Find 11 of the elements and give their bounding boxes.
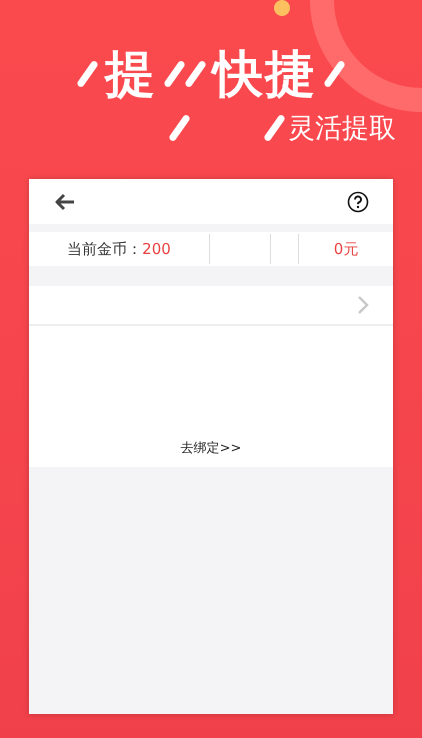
coins-label: 当前金币： <box>67 240 142 258</box>
help-icon[interactable] <box>347 190 369 212</box>
bind-link[interactable]: 去绑定>> <box>180 439 242 457</box>
coins-value: 200 <box>142 240 171 258</box>
headline-word: 快捷 <box>213 49 317 99</box>
cash-value: 0元 <box>334 240 358 258</box>
chevron-icon <box>357 295 369 315</box>
back-icon[interactable] <box>54 192 76 210</box>
subtitle: 灵活提取 <box>288 114 396 142</box>
dot-decoration <box>274 0 290 16</box>
headline-word: 提 <box>105 49 157 99</box>
